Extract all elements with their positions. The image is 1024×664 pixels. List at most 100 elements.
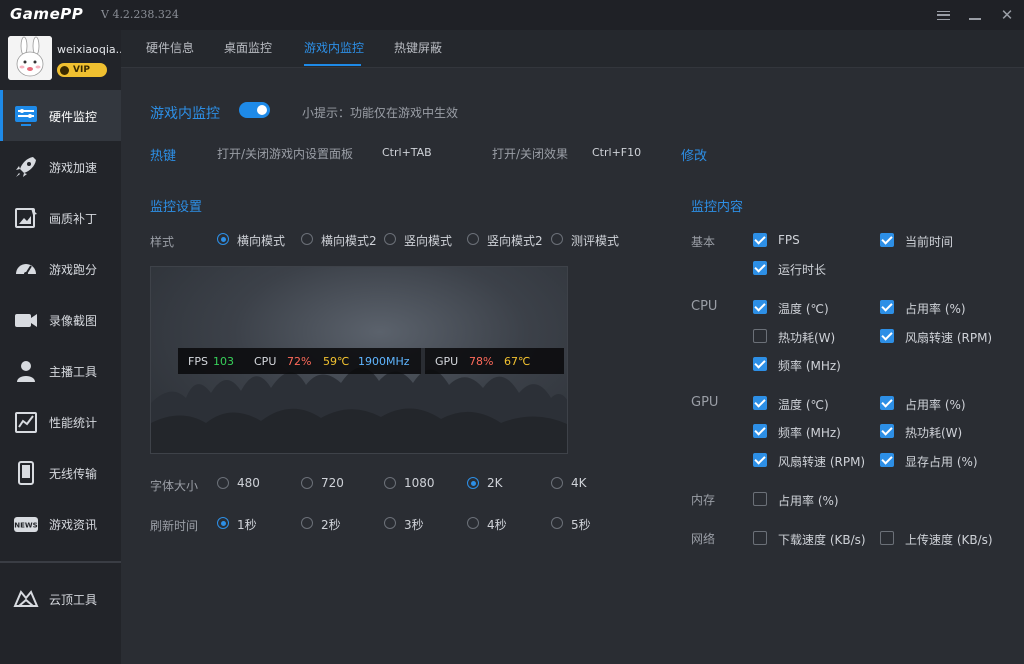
style-label: 样式 [150,235,175,249]
sidebar-item-streamer-tools[interactable]: 主播工具 [0,345,121,396]
sidebar-item-game-boost[interactable]: 游戏加速 [0,141,121,192]
font-radio-2k[interactable] [467,477,479,489]
sidebar-item-label: 云顶工具 [49,593,98,607]
hamburger-icon [936,10,950,20]
camera-icon [15,314,37,327]
checkbox-network-upload[interactable] [880,531,894,545]
checkbox-basic-fps[interactable] [753,233,767,247]
checkbox-label: 占用率 (%) [778,494,839,508]
sidebar-item-label: 游戏加速 [49,161,98,175]
checkbox-label: 上传速度 (KB/s) [905,533,993,547]
user-profile[interactable]: weixiaoqia... VIP [0,30,121,90]
sidebar-item-game-news[interactable]: NEWS 游戏资讯 [0,498,121,549]
font-radio-1080[interactable] [384,477,396,489]
ingame-monitor-toggle[interactable] [239,102,270,118]
checkbox-gpu-freq[interactable] [753,424,767,438]
checkbox-gpu-temp[interactable] [753,396,767,410]
checkbox-memory-usage[interactable] [753,492,767,506]
sidebar-item-label: 无线传输 [49,467,98,481]
avatar[interactable] [8,36,52,80]
style-radio-vertical-2[interactable] [467,233,479,245]
osd-preview: FPS 103 CPU 72% 59℃ 1900MHz GPU 78% 67℃ [150,266,568,454]
sidebar-item-label: 游戏跑分 [49,263,98,277]
vip-badge: VIP [57,63,107,77]
checkbox-label: 运行时长 [778,263,827,277]
osd-cpu-label: CPU [254,355,277,368]
refresh-radio-1s[interactable] [217,517,229,529]
sidebar-item-performance-stats[interactable]: 性能统计 [0,396,121,447]
active-tab-indicator [304,64,361,66]
tab-hardware-info[interactable]: 硬件信息 [146,39,194,56]
osd-bar: FPS 103 CPU 72% 59℃ 1900MHz GPU 78% 67℃ [178,348,564,374]
title-bar: GamePP V 4.2.238.324 ✕ [0,0,1024,30]
sidebar: weixiaoqia... VIP 硬件监控 游戏加速 画质补丁 游戏跑分 录像… [0,30,121,664]
checkbox-gpu-usage[interactable] [880,396,894,410]
monitor-settings-title: 监控设置 [150,200,203,215]
checkbox-network-download[interactable] [753,531,767,545]
sidebar-item-hardware-monitor[interactable]: 硬件监控 [0,90,121,141]
style-radio-horizontal[interactable] [217,233,229,245]
menu-button[interactable] [928,0,958,30]
app-version: V 4.2.238.324 [101,8,179,21]
vip-crown-icon [60,65,69,75]
font-radio-480[interactable] [217,477,229,489]
refresh-radio-4s[interactable] [467,517,479,529]
checkbox-cpu-temp[interactable] [753,300,767,314]
phone-icon [18,461,34,485]
minimize-button[interactable] [960,0,990,30]
checkbox-basic-run-time[interactable] [753,261,767,275]
refresh-radio-5s[interactable] [551,517,563,529]
checkbox-label: 热功耗(W) [778,331,836,345]
osd-gpu-label: GPU [435,355,459,368]
sidebar-item-label: 主播工具 [49,365,98,379]
group-label-memory: 内存 [691,493,716,507]
checkbox-cpu-power[interactable] [753,329,767,343]
monitor-content-title: 监控内容 [691,200,744,215]
sidebar-item-wireless-transfer[interactable]: 无线传输 [0,447,121,498]
osd-cpu-usage: 72% [287,355,312,368]
refresh-option-label: 1秒 [237,518,257,532]
checkbox-basic-current-time[interactable] [880,233,894,247]
sidebar-item-cloud-tools[interactable]: 云顶工具 [0,573,121,624]
checkbox-label: 温度 (℃) [778,302,829,316]
style-radio-horizontal-2[interactable] [301,233,313,245]
stats-chart-icon [15,412,37,433]
checkbox-cpu-fan[interactable] [880,329,894,343]
close-button[interactable]: ✕ [992,0,1022,30]
svg-text:NEWS: NEWS [14,522,37,530]
font-option-label: 1080 [404,476,435,490]
tab-hotkey-block[interactable]: 热键屏蔽 [394,39,442,56]
sidebar-item-quality-patch[interactable]: 画质补丁 [0,192,121,243]
close-icon: ✕ [1000,5,1014,24]
minimize-icon [969,18,981,20]
checkbox-gpu-vram[interactable] [880,453,894,467]
osd-fps-label: FPS [188,355,208,368]
tip-text: 小提示：功能仅在游戏中生效 [302,106,459,120]
checkbox-gpu-power[interactable] [880,424,894,438]
sidebar-item-record-screenshot[interactable]: 录像截图 [0,294,121,345]
style-option-label: 竖向模式2 [487,234,543,248]
refresh-radio-2s[interactable] [301,517,313,529]
checkbox-cpu-usage[interactable] [880,300,894,314]
sidebar-item-label: 游戏资讯 [49,518,98,532]
monitor-sliders-icon [15,106,37,126]
rabbit-avatar-icon [8,36,52,80]
font-radio-4k[interactable] [551,477,563,489]
refresh-radio-3s[interactable] [384,517,396,529]
checkbox-label: 占用率 (%) [905,398,966,412]
effect-hotkey-label: 打开/关闭效果 [492,147,569,161]
modify-hotkey-link[interactable]: 修改 [681,145,707,164]
style-radio-review[interactable] [551,233,563,245]
osd-divider [421,348,425,374]
checkbox-cpu-freq[interactable] [753,357,767,371]
panel-hotkey-label: 打开/关闭游戏内设置面板 [217,147,354,161]
checkbox-gpu-fan[interactable] [753,453,767,467]
group-label-network: 网络 [691,532,716,546]
cloud-tool-icon [13,590,39,607]
sidebar-item-benchmark[interactable]: 游戏跑分 [0,243,121,294]
tab-desktop-monitor[interactable]: 桌面监控 [224,39,272,56]
osd-fps-value: 103 [213,355,234,368]
tab-ingame-monitor[interactable]: 游戏内监控 [304,39,364,56]
style-radio-vertical[interactable] [384,233,396,245]
font-radio-720[interactable] [301,477,313,489]
